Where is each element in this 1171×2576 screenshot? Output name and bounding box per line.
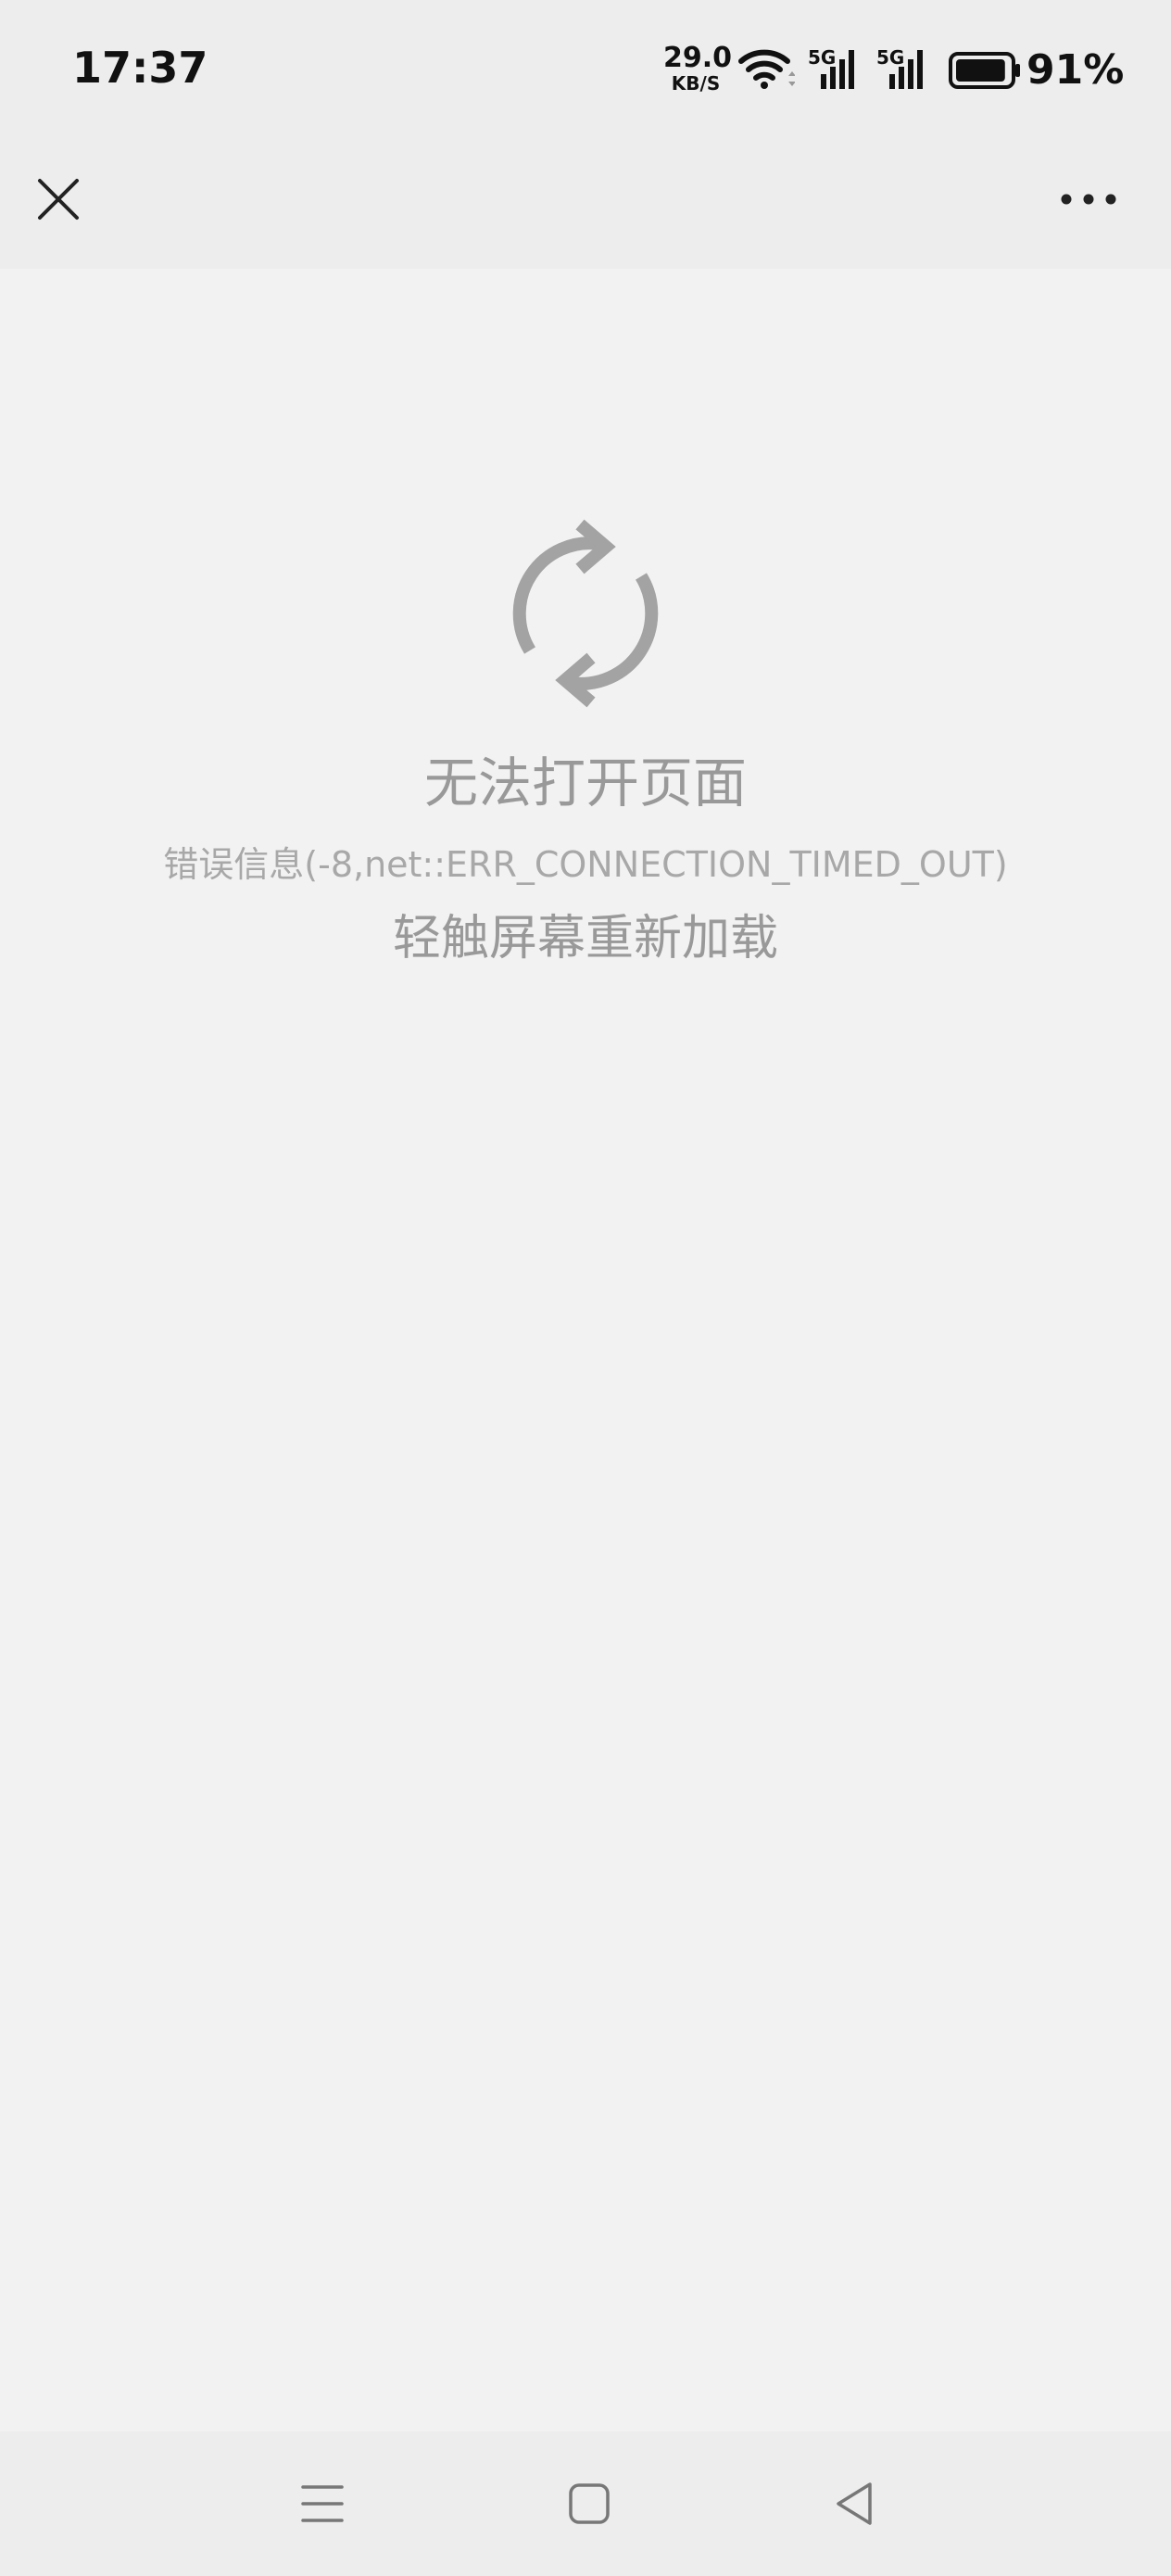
reload-hint: 轻触屏幕重新加载: [392, 911, 778, 966]
battery-icon: [949, 52, 1023, 93]
error-title: 无法打开页面: [423, 751, 747, 814]
more-icon: [1061, 194, 1116, 205]
wifi-icon: [737, 46, 796, 95]
network-speed-value: 29.0: [663, 42, 733, 74]
reload-icon: [502, 511, 669, 715]
home-icon: [569, 2483, 610, 2524]
status-time: 17:37: [72, 43, 208, 93]
back-icon: [837, 2482, 872, 2525]
navigation-bar: [0, 2431, 1171, 2576]
status-bar: 17:37 29.0 KB/S 5G 5G 91%: [0, 0, 1171, 139]
error-detail: 错误信息(-8,net::ERR_CONNECTION_TIMED_OUT): [163, 844, 1008, 885]
close-button[interactable]: [26, 167, 91, 232]
network-speed-unit: KB/S: [671, 72, 721, 95]
reload-area[interactable]: 无法打开页面 错误信息(-8,net::ERR_CONNECTION_TIMED…: [0, 269, 1171, 2431]
title-bar: [0, 139, 1171, 269]
menu-button[interactable]: [285, 2467, 359, 2541]
back-button[interactable]: [817, 2467, 891, 2541]
signal-icon-sim1: 5G: [808, 46, 863, 93]
network-speed: 29.0 KB/S: [663, 42, 733, 95]
close-icon: [38, 179, 79, 220]
more-options-button[interactable]: [1056, 167, 1121, 232]
menu-icon: [301, 2485, 344, 2522]
signal-icon-sim2: 5G: [876, 46, 932, 93]
home-button[interactable]: [552, 2467, 626, 2541]
battery-percent: 91%: [1026, 46, 1125, 94]
